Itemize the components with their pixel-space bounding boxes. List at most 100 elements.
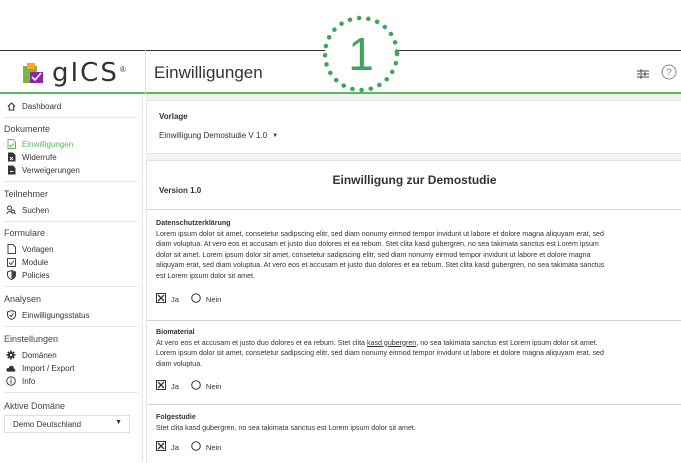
sidebar-item-vorlagen[interactable]: Vorlagen: [6, 243, 54, 255]
app-logo[interactable]: gICS ®: [22, 57, 126, 89]
document-minus-icon: [6, 165, 16, 175]
caret-down-icon: ▼: [272, 132, 279, 139]
section-teilnehmer: Teilnehmer: [4, 189, 49, 199]
section-title: Datenschutzerklärung: [156, 219, 231, 227]
folgestudie-yes-option[interactable]: Ja: [156, 441, 179, 453]
sidebar-item-label: Domänen: [22, 350, 57, 360]
sidebar-item-policies[interactable]: Policies: [6, 269, 50, 281]
section-folgestudie: Folgestudie Stet clita kasd gubergren, n…: [156, 412, 674, 433]
sidebar-item-import-export[interactable]: Import / Export: [6, 362, 74, 374]
biomaterial-no-option[interactable]: Nein: [191, 380, 221, 392]
text-line: Stet clita kasd gubergren, no sea takima…: [156, 423, 416, 432]
help-icon[interactable]: ?: [661, 64, 677, 85]
option-label: Ja: [171, 442, 179, 452]
gear-icon: [6, 350, 16, 360]
option-label: Nein: [205, 294, 222, 304]
folgestudie-options: Ja Nein: [156, 441, 233, 453]
text-line: aliquyam erat, sed diam voluptua. At ver…: [156, 261, 605, 269]
divider: [4, 286, 138, 287]
text-line: diam voluptua. At vero eos et accusam et…: [156, 240, 599, 248]
text-line: dolor sit amet. Lorem ipsum dolor sit am…: [156, 250, 591, 259]
sidebar-item-label: Info: [22, 376, 36, 386]
sidebar-item-label: Widerrufe: [22, 152, 57, 162]
sidebar-item-module[interactable]: Module: [6, 256, 48, 268]
svg-text:?: ?: [666, 68, 672, 79]
sidebar-item-label: Einwilligungsstatus: [22, 310, 90, 320]
section-datenschutz: Datenschutzerklärung Lorem ipsum dolor s…: [156, 218, 674, 281]
text-line: At vero eos et accusam et justo duo dolo…: [156, 338, 674, 349]
consent-document: Version 1.0 Einwilligung zur Demostudie …: [146, 160, 681, 463]
template-select-value: Einwilligung Demostudie V 1.0: [159, 131, 268, 140]
radio-unchecked-icon: [191, 380, 201, 392]
sidebar-item-dashboard[interactable]: Dashboard: [6, 100, 61, 112]
section-biomaterial: Biomaterial At vero eos et accusam et ju…: [156, 327, 674, 369]
sidebar-item-domaenen[interactable]: Domänen: [6, 349, 57, 361]
section-title: Folgestudie: [156, 413, 196, 421]
user-search-icon: [6, 205, 16, 215]
text-line: est Lorem ipsum dolor sit amet.: [156, 271, 255, 280]
option-label: Nein: [205, 381, 222, 391]
option-label: Ja: [171, 294, 179, 304]
document-x-icon: [6, 152, 16, 162]
sidebar-item-label: Suchen: [22, 205, 50, 215]
text-link[interactable]: kasd gubergren: [367, 339, 416, 347]
text-line: Lorem ipsum dolor sit amet, consetetur s…: [156, 349, 604, 357]
document-version: Version 1.0: [159, 186, 202, 195]
info-icon: [6, 376, 16, 386]
checkbox-icon: [6, 257, 16, 267]
caret-down-icon: ▼: [115, 419, 122, 426]
sidebar-item-widerrufe[interactable]: Widerrufe: [6, 151, 57, 163]
sidebar-item-label: Dashboard: [22, 101, 62, 111]
text-line: diam voluptua.: [156, 359, 203, 368]
section-dokumente: Dokumente: [4, 124, 51, 134]
settings-sliders-icon[interactable]: [637, 66, 649, 84]
text-segment: At vero eos et accusam et justo duo dolo…: [156, 338, 367, 347]
home-icon: [6, 101, 16, 111]
folgestudie-no-option[interactable]: Nein: [191, 441, 221, 453]
radio-checked-icon: [156, 380, 166, 392]
text-line: Lorem ipsum dolor sit amet, consetetur s…: [156, 229, 604, 238]
callout-number: 1: [348, 28, 374, 80]
biomaterial-options: Ja Nein: [156, 380, 233, 392]
radio-unchecked-icon: [191, 441, 201, 453]
domain-select[interactable]: Demo Deutschland ▼: [4, 415, 130, 433]
datenschutz-yes-option[interactable]: Ja: [156, 293, 179, 305]
divider: [4, 181, 138, 182]
divider: [4, 392, 138, 393]
divider: [147, 404, 681, 405]
domain-select-value: Demo Deutschland: [13, 419, 82, 429]
shield-check-icon: [6, 310, 16, 320]
sidebar-item-label: Policies: [22, 270, 50, 280]
sidebar-item-einwilligungen[interactable]: Einwilligungen: [6, 138, 73, 150]
document-title: Einwilligung zur Demostudie: [332, 173, 497, 187]
sidebar-item-label: Module: [22, 257, 49, 267]
cloud-icon: [6, 363, 16, 373]
section-aktive-domaene: Aktive Domäne: [4, 401, 66, 411]
shield-icon: [6, 270, 16, 280]
radio-checked-icon: [156, 441, 166, 453]
template-card: Vorlage Einwilligung Demostudie V 1.0 ▼: [146, 100, 681, 154]
option-label: Ja: [171, 381, 179, 391]
section-title: Biomaterial: [156, 328, 195, 336]
sidebar-item-label: Vorlagen: [22, 244, 54, 254]
sidebar-item-info[interactable]: Info: [6, 375, 35, 387]
divider: [147, 320, 681, 321]
sidebar-item-verweigerungen[interactable]: Verweigerungen: [6, 164, 80, 176]
section-einstellungen: Einstellungen: [4, 334, 59, 344]
datenschutz-no-option[interactable]: Nein: [191, 293, 221, 305]
biomaterial-yes-option[interactable]: Ja: [156, 380, 179, 392]
divider: [4, 326, 138, 327]
text-segment: , no sea takimata sanctus est Lorem ipsu…: [416, 338, 598, 347]
sidebar-item-suchen[interactable]: Suchen: [6, 204, 49, 216]
main-content: Vorlage Einwilligung Demostudie V 1.0 ▼ …: [146, 94, 681, 463]
sidebar-item-einwilligungsstatus[interactable]: Einwilligungsstatus: [6, 309, 90, 321]
sidebar-item-label: Einwilligungen: [22, 139, 74, 149]
document-check-icon: [6, 139, 16, 149]
logo-icon: [22, 62, 44, 84]
sidebar-item-label: Import / Export: [22, 363, 75, 373]
template-select[interactable]: Einwilligung Demostudie V 1.0 ▼: [159, 131, 278, 140]
radio-unchecked-icon: [191, 293, 201, 305]
divider: [4, 221, 138, 222]
step-callout: 1: [320, 13, 402, 95]
divider: [147, 209, 681, 210]
